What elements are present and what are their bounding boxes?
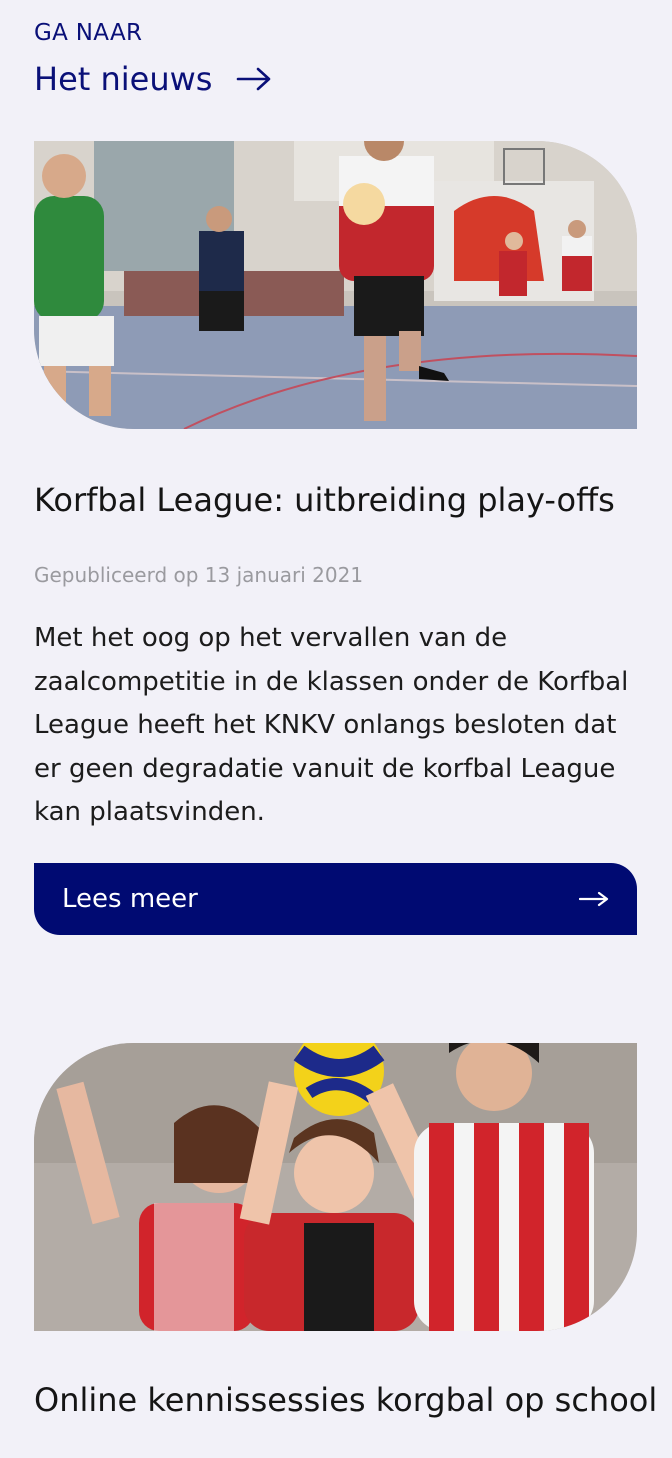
read-more-label: Lees meer (62, 883, 198, 914)
news-article: Korfbal League: uitbreiding play-offs Ge… (34, 141, 637, 935)
arrow-right-icon (578, 884, 609, 914)
read-more-button[interactable]: Lees meer (34, 862, 637, 935)
article-title[interactable]: Online kennissessies korgbal op school (34, 1381, 657, 1419)
article-image[interactable] (34, 1043, 637, 1331)
article-excerpt: Met het oog op het vervallen van de zaal… (34, 623, 629, 828)
arrow-right-icon (236, 67, 272, 91)
article-title[interactable]: Korfbal League: uitbreiding play-offs (34, 481, 637, 519)
news-article: Online kennissessies korgbal op school (34, 1043, 657, 1419)
news-link-label: Het nieuws (34, 60, 213, 98)
article-image[interactable] (34, 141, 637, 429)
article-date: Gepubliceerd op 13 januari 2021 (34, 563, 364, 588)
news-link[interactable]: Het nieuws (34, 60, 272, 98)
goto-label: GA NAAR (34, 20, 143, 46)
